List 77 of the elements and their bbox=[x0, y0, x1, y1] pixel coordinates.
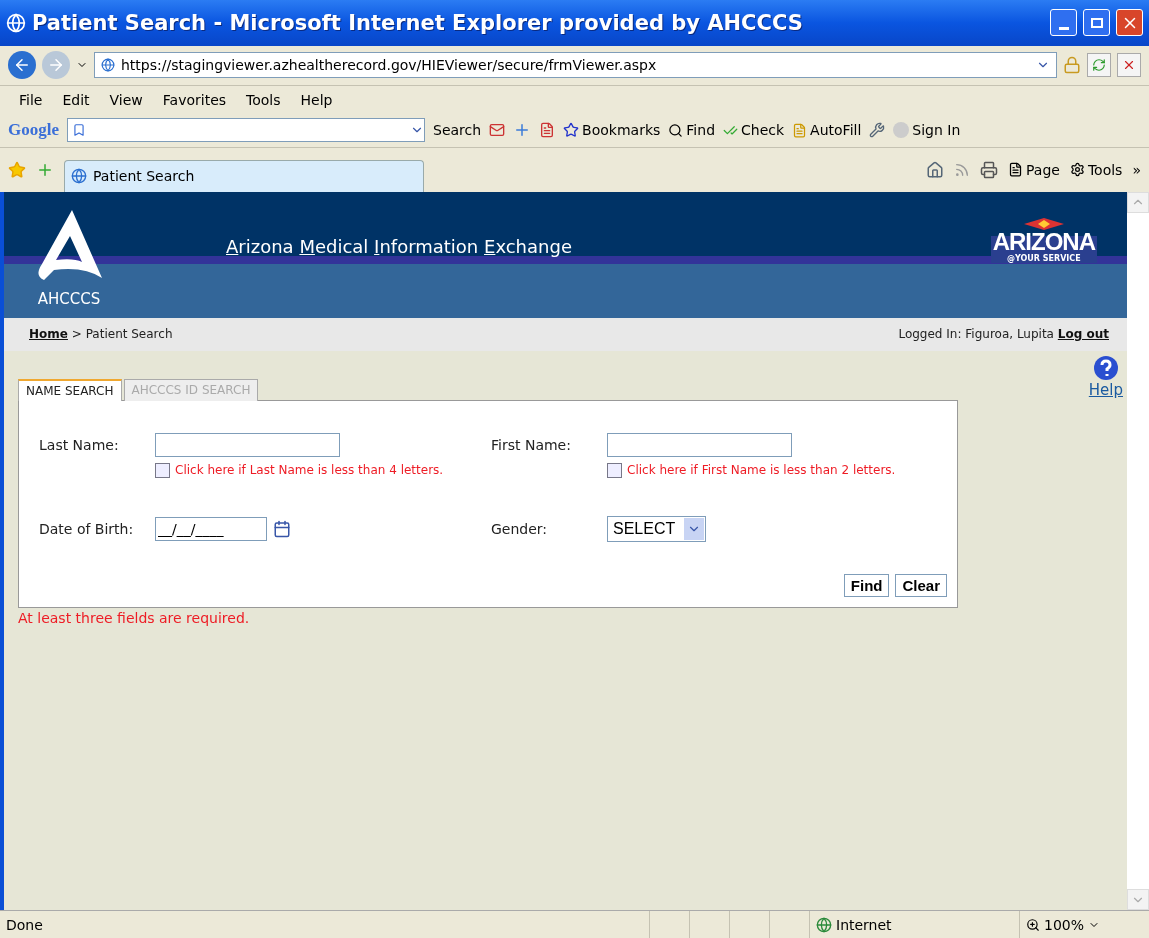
breadcrumb-separator: > bbox=[71, 327, 82, 342]
find-button[interactable]: Find bbox=[843, 573, 890, 597]
field-label: Last Name: bbox=[39, 436, 120, 453]
arizona-logo: ARIZONA @YOUR SERVICE bbox=[990, 217, 1097, 263]
logo-text: AHCCCS bbox=[37, 289, 101, 308]
close-button[interactable] bbox=[1116, 9, 1143, 37]
mail-icon[interactable] bbox=[489, 122, 506, 139]
more-button[interactable]: » bbox=[1132, 161, 1141, 178]
checkbox-label: Click here if Last Name is less than 4 letters. bbox=[175, 463, 444, 478]
print-icon[interactable] bbox=[980, 160, 998, 179]
checkbox-label: Click here if First Name is less than 2 letters. bbox=[627, 463, 896, 478]
menu-item[interactable]: Help bbox=[293, 91, 340, 108]
site-title: Arizona Medical Information Exchange bbox=[226, 235, 573, 257]
autofill-button[interactable]: AutoFill bbox=[792, 122, 862, 139]
field-label: Gender: bbox=[491, 520, 549, 537]
last-name-field[interactable] bbox=[155, 432, 340, 457]
help-link[interactable]: Help bbox=[1088, 380, 1123, 399]
zoom-level[interactable]: 100% bbox=[1044, 916, 1085, 933]
menu-item[interactable]: Favorites bbox=[155, 91, 234, 108]
field-label: First Name: bbox=[491, 436, 572, 453]
find-button[interactable]: Find bbox=[668, 122, 715, 139]
page-menu[interactable]: Page bbox=[1008, 161, 1060, 178]
status-text: Done bbox=[5, 916, 44, 933]
minimize-icon bbox=[1058, 27, 1069, 31]
home-link[interactable]: Home bbox=[29, 327, 68, 342]
logout-link[interactable]: Log out bbox=[1057, 327, 1109, 342]
gear-icon bbox=[1069, 162, 1085, 178]
error-message: At least three fields are required. bbox=[18, 609, 251, 626]
maximize-button[interactable] bbox=[1083, 9, 1110, 37]
gender-select[interactable]: SELECT bbox=[607, 515, 706, 542]
circle-icon bbox=[893, 122, 910, 139]
search-icon bbox=[668, 122, 684, 138]
page-icon bbox=[1008, 162, 1023, 178]
minimize-button[interactable] bbox=[1050, 9, 1077, 37]
field-label: Date of Birth: bbox=[39, 520, 135, 537]
search-tab[interactable]: NAME SEARCH bbox=[18, 378, 122, 401]
menu-item[interactable]: Tools bbox=[239, 91, 288, 108]
zoom-icon[interactable] bbox=[1026, 917, 1040, 932]
dropdown-icon bbox=[684, 517, 704, 540]
check-button[interactable]: Check bbox=[723, 122, 785, 139]
help-icon[interactable] bbox=[1092, 354, 1119, 381]
zone-text: Internet bbox=[836, 916, 892, 933]
window-title: Patient Search - Microsoft Internet Explorer provided by AHCCCS bbox=[32, 10, 804, 35]
feed-icon[interactable] bbox=[954, 161, 970, 178]
menu-item[interactable]: File bbox=[12, 91, 50, 108]
tools-menu[interactable]: Tools bbox=[1069, 161, 1123, 178]
google-search-field[interactable] bbox=[67, 118, 425, 143]
refresh-button[interactable] bbox=[1087, 53, 1111, 78]
address-field[interactable]: https://stagingviewer.azhealtherecord.gov/HIEViewer/secure/frmViewer.aspx bbox=[94, 52, 1057, 79]
document-icon bbox=[792, 122, 808, 138]
browser-tab[interactable]: Patient Search bbox=[64, 159, 424, 192]
star-icon bbox=[563, 122, 580, 139]
wrench-icon[interactable] bbox=[869, 122, 886, 139]
logged-in-text: Logged In: Figuroa, Lupita bbox=[898, 327, 1054, 342]
back-button[interactable] bbox=[8, 51, 36, 80]
menu-item[interactable]: Edit bbox=[55, 91, 97, 108]
breadcrumb-current: Patient Search bbox=[85, 327, 173, 342]
maximize-icon bbox=[1090, 17, 1103, 28]
sign-in-button[interactable]: Sign In bbox=[893, 122, 961, 139]
menu-item[interactable]: View bbox=[102, 91, 150, 108]
search-button[interactable]: Search bbox=[433, 122, 482, 139]
clear-button[interactable]: Clear bbox=[895, 573, 947, 597]
refresh-icon bbox=[1092, 58, 1106, 73]
globe-icon bbox=[101, 58, 115, 73]
date-of-birth-field[interactable]: __/__/____ bbox=[155, 516, 267, 541]
stop-button[interactable] bbox=[1117, 53, 1141, 78]
bookmark-icon bbox=[72, 123, 86, 138]
calendar-icon[interactable] bbox=[273, 519, 291, 538]
checkbox[interactable] bbox=[155, 462, 170, 478]
home-icon[interactable] bbox=[926, 160, 944, 179]
first-name-field[interactable] bbox=[607, 432, 792, 457]
bookmarks-button[interactable]: Bookmarks bbox=[563, 122, 661, 139]
google-logo: Google bbox=[8, 120, 59, 141]
globe-icon bbox=[71, 168, 87, 185]
checkbox[interactable] bbox=[607, 462, 622, 478]
globe-icon bbox=[816, 916, 832, 933]
lock-icon bbox=[1063, 56, 1081, 75]
